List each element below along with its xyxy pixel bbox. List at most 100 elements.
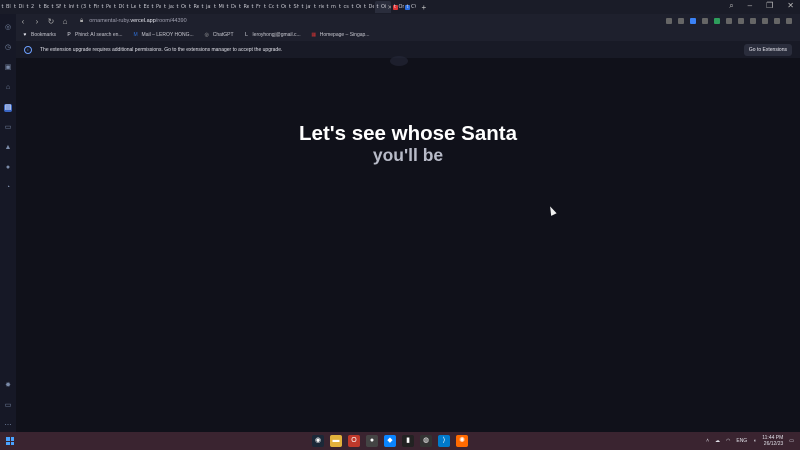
browser-tab[interactable]: t Fr — [250, 1, 261, 13]
browser-tab[interactable]: t Or — [175, 1, 186, 13]
extension-icon[interactable] — [690, 18, 696, 24]
tab-label: rie — [318, 4, 324, 10]
sidebar-more-icon[interactable]: ⋯ — [4, 422, 12, 430]
browser-tab[interactable]: t Le — [125, 1, 136, 13]
new-tab-button[interactable]: + — [422, 3, 427, 12]
browser-tab[interactable]: tjas — [200, 1, 211, 13]
browser-tab[interactable]: t Bl — [0, 1, 11, 13]
window-controls: ⌕ – ❐ ✕ — [729, 1, 794, 11]
obs-icon[interactable]: ● — [366, 435, 378, 447]
taskbar-app-icon[interactable]: ◆ — [384, 435, 396, 447]
file-explorer-icon[interactable]: ▬ — [330, 435, 342, 447]
reload-icon[interactable]: ↻ — [44, 17, 58, 26]
restore-icon[interactable]: ❐ — [766, 1, 773, 11]
bookmark-item[interactable]: P Phind: AI search en... — [66, 32, 122, 38]
opera-icon[interactable]: O — [348, 435, 360, 447]
browser-tab[interactable]: t(3) — [75, 1, 86, 13]
home-icon[interactable]: ⌂ — [58, 17, 72, 26]
sidebar-clock-icon[interactable]: ◔ — [4, 184, 12, 192]
t-icon: t — [226, 3, 229, 10]
browser-tab[interactable]: t Or — [275, 1, 286, 13]
browser-tab[interactable]: tDC — [113, 1, 123, 13]
browser-tab[interactable]: t Pe — [100, 1, 111, 13]
volume-icon[interactable]: ◖ — [753, 438, 756, 444]
browser-tab[interactable]: t Ed — [138, 1, 148, 13]
browser-tab[interactable]: t Oi × — [375, 1, 391, 13]
sidebar-settings-icon[interactable]: ▭ — [4, 402, 12, 410]
cloud-icon[interactable]: ☁ — [715, 438, 720, 444]
bookmark-item[interactable]: ▦ Homepage – Singap... — [311, 32, 369, 38]
browser-tab[interactable]: tDe — [225, 1, 236, 13]
language-indicator[interactable]: ENG — [736, 438, 747, 444]
bookmark-item[interactable]: ♥ Bookmarks — [22, 32, 57, 38]
browser-tab[interactable]: t rie — [313, 1, 324, 13]
sidebar-ball-icon[interactable]: ● — [4, 164, 12, 172]
extension-icon[interactable] — [678, 18, 684, 24]
browser-tab[interactable]: t Fir — [88, 1, 98, 13]
bookmark-item[interactable]: M Mail – LEROY HONG... — [133, 32, 193, 38]
back-icon[interactable]: ‹ — [16, 17, 30, 26]
browser-tab[interactable]: t Sh — [288, 1, 298, 13]
windows-start-icon[interactable] — [6, 437, 14, 445]
go-to-extensions-button[interactable]: Go to Extensions — [743, 44, 792, 56]
browser-tab[interactable]: tInt — [63, 1, 73, 13]
browser-tab[interactable]: t Di — [13, 1, 24, 13]
browser-tab[interactable]: tcss — [338, 1, 348, 13]
firefox-icon[interactable]: ✺ — [456, 435, 468, 447]
extension-icon[interactable] — [726, 18, 732, 24]
wifi-icon[interactable]: ◠ — [726, 438, 730, 444]
extension-icon[interactable] — [666, 18, 672, 24]
terminal-icon[interactable]: ▮ — [402, 435, 414, 447]
extension-icon[interactable] — [714, 18, 720, 24]
sidebar-home-icon[interactable]: ⌂ — [4, 84, 12, 92]
extension-icon[interactable] — [738, 18, 744, 24]
extension-icon[interactable] — [762, 18, 768, 24]
extension-icon[interactable] — [774, 18, 780, 24]
sidebar-circle-icon[interactable]: ◎ — [4, 24, 12, 32]
extension-icon[interactable] — [750, 18, 756, 24]
vscode-icon[interactable]: ⟩ — [438, 435, 450, 447]
sidebar-profile-icon[interactable]: ✸ — [4, 382, 12, 390]
browser-tab[interactable]: tjav — [300, 1, 311, 13]
browser-tab[interactable]: tjax — [163, 1, 173, 13]
tab-label: Or — [181, 4, 186, 10]
steam-icon[interactable]: ◉ — [312, 435, 324, 447]
forward-icon[interactable]: › — [30, 17, 44, 26]
github-icon[interactable]: ◍ — [420, 435, 432, 447]
sidebar-chat-icon[interactable]: ▭ — [4, 124, 12, 132]
clock[interactable]: 11:44 PM 26/12/23 — [762, 435, 783, 447]
sidebar-history-icon[interactable]: ◷ — [4, 44, 12, 52]
browser-tab[interactable]: tCo — [263, 1, 273, 13]
browser-tab[interactable]: tMi — [213, 1, 223, 13]
bookmark-item[interactable]: Lleroyhongj@gmail.c... — [244, 32, 301, 38]
close-icon[interactable]: ✕ — [787, 1, 794, 11]
sidebar-triangle-icon[interactable]: ▲ — [4, 144, 12, 152]
bookmark-item[interactable]: ◎ ChatGPT — [204, 32, 234, 38]
browser-tab[interactable]: t SF — [50, 1, 61, 13]
browser-tab[interactable]: tmu — [325, 1, 336, 13]
t-icon: t — [101, 3, 104, 10]
bookmark-label: ChatGPT — [212, 31, 234, 38]
browser-tab[interactable]: t Bc — [38, 1, 48, 13]
browser-tab[interactable]: t Pa — [150, 1, 161, 13]
browser-tab[interactable]: t Or — [350, 1, 361, 13]
extension-icon[interactable] — [702, 18, 708, 24]
tab-label: Di — [18, 4, 24, 10]
lock-icon[interactable]: 🔒︎ — [80, 18, 83, 25]
browser-tab[interactable]: tCV — [405, 1, 416, 13]
browser-tab[interactable]: t Re — [238, 1, 248, 13]
tab-close-icon[interactable]: × — [387, 4, 391, 11]
browser-tab[interactable]: t2 r — [25, 1, 36, 13]
sidebar-layers-icon[interactable]: ▣ — [4, 64, 12, 72]
minimize-icon[interactable]: – — [748, 1, 752, 11]
extension-icon[interactable] — [786, 18, 792, 24]
browser-tab[interactable]: tOn — [392, 1, 404, 13]
url-field[interactable]: 🔒︎ ornamental-ruby. vercel.app/room/44390 — [80, 18, 187, 25]
heading-line-1: Let's see whose Santa — [299, 122, 517, 145]
search-icon[interactable]: ⌕ — [729, 1, 733, 11]
browser-tab[interactable]: tDe — [363, 1, 373, 13]
browser-tab[interactable]: t Re — [188, 1, 198, 13]
notifications-icon[interactable]: ▭ — [789, 438, 794, 444]
sidebar-active-icon[interactable]: ▤ — [4, 104, 12, 112]
chevron-up-icon[interactable]: ˄ — [706, 438, 709, 444]
